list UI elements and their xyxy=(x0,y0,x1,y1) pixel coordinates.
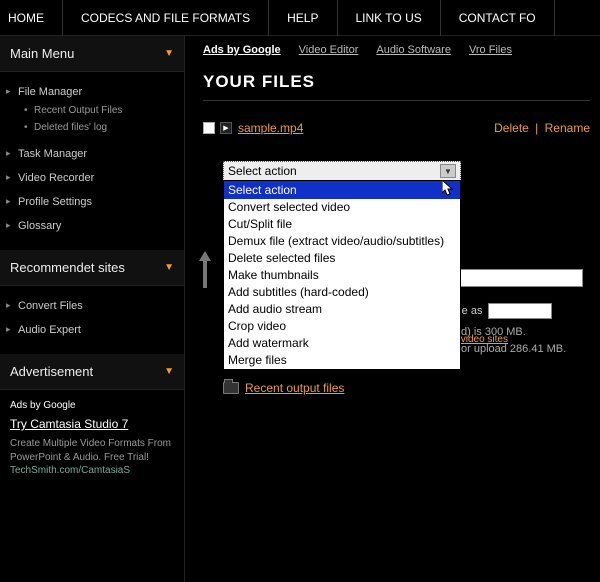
file-name-link[interactable]: sample.mp4 xyxy=(238,121,303,135)
option-crop-video[interactable]: Crop video xyxy=(224,318,460,335)
cursor-icon xyxy=(442,182,456,198)
delete-link[interactable]: Delete xyxy=(494,121,529,135)
folder-icon[interactable] xyxy=(223,382,239,394)
option-delete-files[interactable]: Delete selected files xyxy=(224,250,460,267)
rename-link[interactable]: Rename xyxy=(545,121,590,135)
ad-link-video-editor[interactable]: Video Editor xyxy=(299,44,359,56)
ads-by-google-label: Ads by Google xyxy=(10,400,174,411)
sidebar-item-glossary[interactable]: Glossary xyxy=(0,214,184,238)
advertisement-title: Advertisement xyxy=(10,364,93,379)
option-add-subtitles[interactable]: Add subtitles (hard-coded) xyxy=(224,284,460,301)
nav-contact[interactable]: CONTACT FO xyxy=(441,0,555,36)
nav-codecs[interactable]: CODECS AND FILE FORMATS xyxy=(63,0,269,36)
ad-link-audio-software[interactable]: Audio Software xyxy=(376,44,451,56)
option-merge-files[interactable]: Merge files xyxy=(224,352,460,369)
separator: | xyxy=(535,121,538,135)
play-icon[interactable] xyxy=(220,122,232,134)
option-demux[interactable]: Demux file (extract video/audio/subtitle… xyxy=(224,233,460,250)
main-menu-header[interactable]: Main Menu ▼ xyxy=(0,36,184,72)
side-ad: Ads by Google Try Camtasia Studio 7 Crea… xyxy=(0,390,184,582)
chevron-down-icon: ▼ xyxy=(164,48,174,59)
option-label: Select action xyxy=(228,183,297,198)
action-dropdown[interactable]: Select action Convert selected video Cut… xyxy=(223,180,461,370)
ad-link-vro-files[interactable]: Vro Files xyxy=(469,44,512,56)
info-text-partial: d) is 300 MB. or upload 286.41 MB. xyxy=(461,324,600,357)
option-add-audio[interactable]: Add audio stream xyxy=(224,301,460,318)
page-title: YOUR FILES xyxy=(203,72,590,101)
action-select-value: Select action xyxy=(228,164,297,178)
nav-home[interactable]: HOME xyxy=(0,0,63,36)
file-checkbox[interactable] xyxy=(203,122,215,134)
option-make-thumbnails[interactable]: Make thumbnails xyxy=(224,267,460,284)
ad-text: Create Multiple Video Formats From Power… xyxy=(10,437,174,465)
sidebar-item-file-manager[interactable]: File Manager Recent Output Files Deleted… xyxy=(0,80,184,142)
rec-item-convert-files[interactable]: Convert Files xyxy=(0,294,184,318)
chevron-down-icon: ▼ xyxy=(164,262,174,273)
advertisement-header[interactable]: Advertisement ▼ xyxy=(0,354,184,390)
rec-item-audio-expert[interactable]: Audio Expert xyxy=(0,318,184,342)
recommended-title: Recommendet sites xyxy=(10,260,125,275)
recommended-header[interactable]: Recommendet sites ▼ xyxy=(0,250,184,286)
dropdown-arrow-icon[interactable] xyxy=(440,164,456,178)
nav-link-to-us[interactable]: LINK TO US xyxy=(338,0,441,36)
sidebar-sub-recent-output[interactable]: Recent Output Files xyxy=(34,102,184,119)
sidebar-item-video-recorder[interactable]: Video Recorder xyxy=(0,166,184,190)
action-select[interactable]: Select action xyxy=(223,161,461,181)
option-cut-split[interactable]: Cut/Split file xyxy=(224,216,460,233)
ad-url[interactable]: TechSmith.com/CamtasiaS xyxy=(10,465,130,476)
chevron-down-icon: ▼ xyxy=(164,366,174,377)
sidebar-item-label: File Manager xyxy=(18,86,82,98)
arrow-up-icon xyxy=(199,251,211,291)
ads-by-google-lead[interactable]: Ads by Google xyxy=(203,44,281,56)
sidebar-item-profile-settings[interactable]: Profile Settings xyxy=(0,190,184,214)
option-select-action[interactable]: Select action xyxy=(224,181,460,199)
recent-output-files-link[interactable]: Recent output files xyxy=(245,381,344,395)
nav-help[interactable]: HELP xyxy=(269,0,337,36)
sidebar-item-task-manager[interactable]: Task Manager xyxy=(0,142,184,166)
main-menu-title: Main Menu xyxy=(10,46,74,61)
sidebar-sub-deleted-log[interactable]: Deleted files' log xyxy=(34,119,184,136)
option-convert-video[interactable]: Convert selected video xyxy=(224,199,460,216)
option-add-watermark[interactable]: Add watermark xyxy=(224,335,460,352)
rename-input[interactable] xyxy=(488,303,552,319)
ad-title-link[interactable]: Try Camtasia Studio 7 xyxy=(10,417,174,433)
